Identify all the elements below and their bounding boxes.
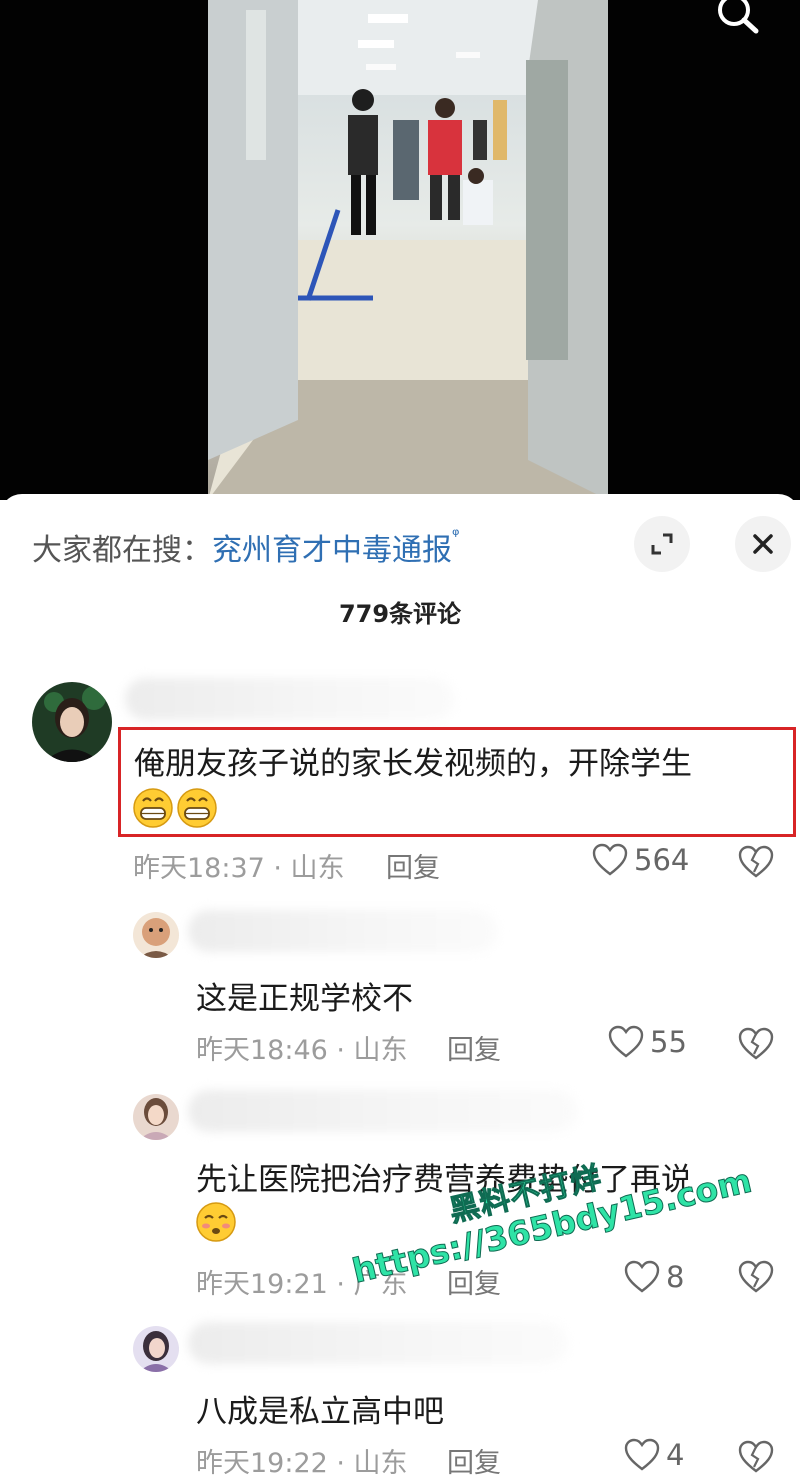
avatar[interactable] — [32, 682, 112, 762]
broken-heart-icon — [738, 1027, 774, 1060]
comment-count: 779条评论 — [338, 600, 462, 628]
reply-button[interactable]: 回复 — [447, 1262, 501, 1301]
like-count: 55 — [650, 1025, 687, 1059]
broken-heart-icon — [738, 1260, 774, 1293]
close-button[interactable] — [735, 516, 791, 572]
heart-icon — [624, 1438, 660, 1471]
comment-text: 俺朋友孩子说的家长发视频的，开除学生 — [134, 746, 692, 782]
heart-icon — [608, 1025, 644, 1058]
trending-search: 大家都在搜：兖州育才中毒通报ᵠ — [32, 525, 459, 569]
comment-emoji — [132, 787, 220, 829]
hospital-corridor-scene — [208, 0, 608, 500]
avatar[interactable] — [133, 1326, 179, 1372]
comment-text: 八成是私立高中吧 — [196, 1394, 444, 1430]
reply-button[interactable]: 回复 — [447, 1028, 501, 1067]
like-button[interactable]: 8 — [624, 1260, 684, 1294]
dislike-button[interactable] — [738, 1440, 774, 1478]
comment-text: 先让医院把治疗费营养费垫付了再说 — [196, 1162, 692, 1198]
dislike-button[interactable] — [738, 845, 774, 883]
like-button[interactable]: 564 — [592, 843, 689, 877]
trending-prefix: 大家都在搜： — [32, 533, 212, 568]
dislike-button[interactable] — [738, 1260, 774, 1298]
comment-meta: 昨天19:22 · 山东 — [196, 1448, 408, 1479]
trending-query-link[interactable]: 兖州育才中毒通报 — [212, 533, 452, 568]
avatar[interactable] — [133, 1094, 179, 1140]
avatar[interactable] — [133, 912, 179, 958]
avatar-image — [32, 682, 112, 762]
video-frame — [208, 0, 608, 500]
comment-meta: 昨天18:46 · 山东 — [196, 1035, 408, 1066]
reply-button[interactable]: 回复 — [447, 1441, 501, 1480]
search-button[interactable] — [706, 0, 766, 40]
like-button[interactable]: 55 — [608, 1025, 687, 1059]
avatar-image — [133, 1094, 179, 1140]
search-icon — [718, 0, 759, 34]
blushing-face-emoji — [196, 1202, 236, 1242]
like-count: 8 — [666, 1260, 685, 1294]
like-count: 564 — [634, 843, 690, 877]
search-icon: ᵠ — [452, 525, 460, 546]
heart-icon — [624, 1260, 660, 1293]
dislike-button[interactable] — [738, 1027, 774, 1065]
expand-icon — [651, 533, 673, 555]
like-button[interactable]: 4 — [624, 1438, 684, 1472]
grinning-face-emoji — [133, 788, 217, 828]
comment-text: 这是正规学校不 — [196, 981, 413, 1017]
expand-button[interactable] — [634, 516, 690, 572]
reply-button[interactable]: 回复 — [386, 846, 440, 885]
video-player[interactable] — [0, 0, 800, 500]
username-blurred — [188, 1090, 578, 1132]
heart-icon — [592, 843, 628, 876]
broken-heart-icon — [738, 1440, 774, 1473]
avatar-image — [133, 912, 179, 958]
close-icon — [753, 534, 773, 554]
comment-emoji — [194, 1200, 238, 1244]
comment-meta: 昨天18:37 · 山东 — [133, 853, 345, 884]
broken-heart-icon — [738, 845, 774, 878]
comment-meta: 昨天19:21 · 广东 — [196, 1269, 408, 1300]
username-blurred — [125, 678, 455, 720]
username-blurred — [188, 1322, 568, 1364]
username-blurred — [188, 910, 498, 952]
like-count: 4 — [666, 1438, 685, 1472]
avatar-image — [133, 1326, 179, 1372]
